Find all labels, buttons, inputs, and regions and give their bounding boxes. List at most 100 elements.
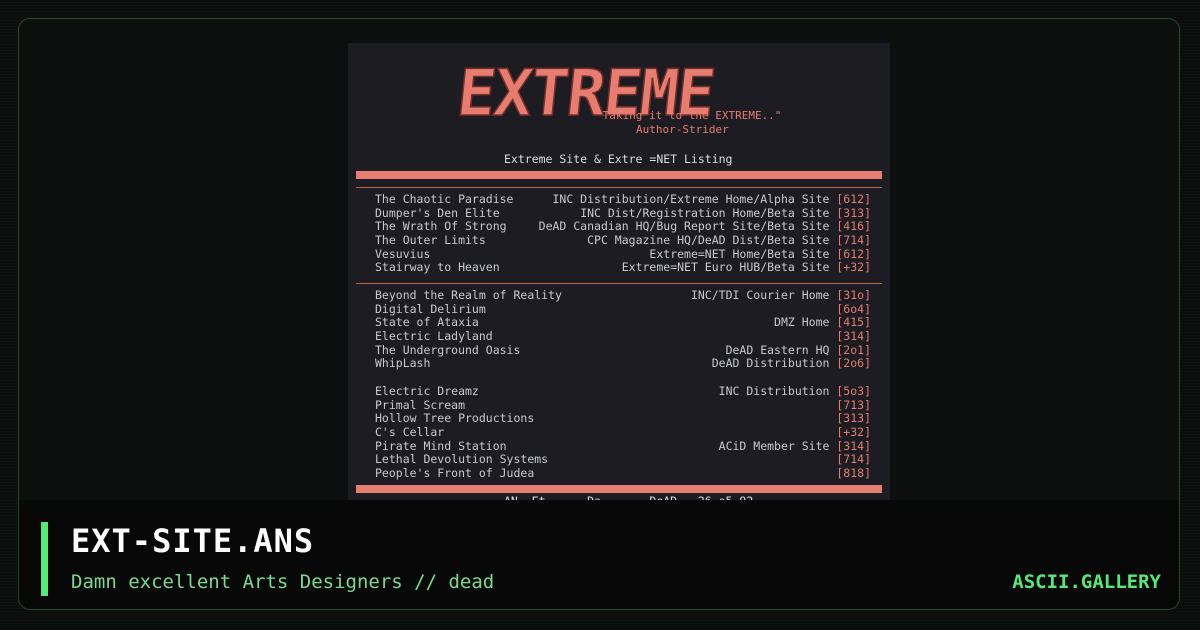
bbs-area-code: [818] xyxy=(836,466,871,481)
bottom-divider-bar xyxy=(356,485,882,493)
bbs-details: Extreme=NET Home/Beta Site [612] xyxy=(649,246,871,262)
bbs-row: Primal Scream [713] xyxy=(375,397,871,413)
bbs-row: Dumper's Den Elite INC Dist/Registration … xyxy=(375,205,871,221)
bbs-area-code: [6o4] xyxy=(836,301,871,316)
site-group-1: The Chaotic Paradise INC Distribution/Ext… xyxy=(375,192,871,275)
bbs-name: Primal Scream xyxy=(375,397,466,412)
bbs-details: INC Distribution/Extreme Home/Alpha Site… xyxy=(552,192,871,207)
bbs-name: Digital Delirium xyxy=(375,301,486,316)
bbs-row: Hollow Tree Productions [313] xyxy=(375,412,871,426)
divider-line xyxy=(356,283,882,284)
bbs-area-code: [713] xyxy=(836,397,871,412)
file-subtitle: Damn excellent Arts Designers // dead xyxy=(71,571,495,593)
card-frame: EXTREME "Taking it to the EXTREME.." Aut… xyxy=(18,18,1180,610)
bbs-name: People's Front of Judea xyxy=(375,466,535,481)
bbs-role: CPC Magazine HQ/DeAD Dist/Beta Site xyxy=(587,233,830,248)
bbs-name: Electric Dreamz xyxy=(375,384,479,398)
bbs-name: Dumper's Den Elite xyxy=(375,205,500,220)
bbs-details: [713] xyxy=(829,397,871,413)
bbs-row: Pirate Mind Station ACiD Member Site [314… xyxy=(375,438,871,454)
bbs-area-code: [416] xyxy=(836,219,871,234)
bbs-name: Lethal Devolution Systems xyxy=(375,452,549,467)
bbs-name: Beyond the Realm of Reality xyxy=(375,288,562,302)
bbs-area-code: [314] xyxy=(836,438,871,453)
bbs-row: Beyond the Realm of Reality INC/TDI Couri… xyxy=(375,288,871,303)
bbs-role: INC Distribution/Extreme Home/Alpha Site xyxy=(552,192,830,206)
bbs-details: CPC Magazine HQ/DeAD Dist/Beta Site [714… xyxy=(587,233,871,248)
bbs-row: The Outer Limits CPC Magazine HQ/DeAD Dis… xyxy=(375,233,871,248)
bbs-area-code: [714] xyxy=(836,233,871,248)
listing-title: Extreme Site & Extre =NET Listing xyxy=(504,152,733,166)
bbs-row: The Underground Oasis DeAD Eastern HQ [2o… xyxy=(375,342,871,358)
bbs-details: DeAD Eastern HQ [2o1] xyxy=(725,342,871,358)
bbs-name: The Outer Limits xyxy=(375,233,486,248)
bbs-role: Extreme=NET Euro HUB/Beta Site xyxy=(621,260,830,275)
bbs-name: The Chaotic Paradise xyxy=(375,192,514,206)
bbs-row: Stairway to Heaven Extreme=NET Euro HUB/B… xyxy=(375,261,871,275)
art-tagline: "Taking it to the EXTREME.." xyxy=(596,109,782,122)
bbs-row: Electric Ladyland [314] xyxy=(375,329,871,344)
bbs-role: ACiD Member Site xyxy=(718,438,830,453)
accent-stripe xyxy=(41,522,48,596)
bbs-name: The Underground Oasis xyxy=(375,342,521,357)
bbs-role: DMZ Home xyxy=(774,315,830,330)
bbs-role: DeAD Canadian HQ/Bug Report Site/Beta Si… xyxy=(538,219,830,234)
bbs-name: Pirate Mind Station xyxy=(375,438,507,453)
bbs-details: [6o4] xyxy=(829,301,871,317)
bbs-name: The Wrath Of Strong xyxy=(375,219,507,234)
file-title: EXT-SITE.ANS xyxy=(71,522,315,560)
bbs-role: DeAD Eastern HQ xyxy=(725,342,830,357)
bbs-area-code: [2o6] xyxy=(836,356,871,371)
bbs-area-code: [31o] xyxy=(836,288,871,302)
top-divider-bar xyxy=(356,171,882,179)
bbs-details: INC Distribution [5o3] xyxy=(718,384,871,399)
site-brand[interactable]: ASCII.GALLERY xyxy=(1012,570,1161,594)
bbs-name: C's Cellar xyxy=(375,425,445,440)
bbs-area-code: [612] xyxy=(836,192,871,206)
bbs-details: DeAD Canadian HQ/Bug Report Site/Beta Si… xyxy=(539,220,871,234)
ansi-artwork: EXTREME "Taking it to the EXTREME.." Aut… xyxy=(348,43,890,509)
site-group-3: Electric Dreamz INC Distribution [5o3] Pri… xyxy=(375,384,871,481)
bbs-name: Hollow Tree Productions xyxy=(375,411,535,426)
bbs-name: Vesuvius xyxy=(375,246,431,261)
bbs-role: INC Distribution xyxy=(718,384,830,398)
bbs-row: WhipLash DeAD Distribution [2o6] xyxy=(375,357,871,371)
site-group-2: Beyond the Realm of Reality INC/TDI Couri… xyxy=(375,288,871,371)
bbs-row: C's Cellar [+32] xyxy=(375,425,871,440)
caption-bar: EXT-SITE.ANS Damn excellent Arts Designe… xyxy=(19,500,1179,609)
art-author: Author-Strider xyxy=(636,123,729,136)
bbs-name: Electric Ladyland xyxy=(375,329,493,344)
bbs-area-code: [313] xyxy=(836,205,871,220)
bbs-area-code: [314] xyxy=(836,329,871,344)
bbs-row: Vesuvius Extreme=NET Home/Beta Site [612] xyxy=(375,246,871,262)
bbs-role: INC/TDI Courier Home xyxy=(690,288,830,302)
bbs-row: People's Front of Judea [818] xyxy=(375,466,871,481)
bbs-row: Lethal Devolution Systems [714] xyxy=(375,453,871,467)
bbs-details: DeAD Distribution [2o6] xyxy=(712,357,871,371)
bbs-details: [+32] xyxy=(829,425,871,440)
bbs-details: INC Dist/Registration Home/Beta Site [31… xyxy=(580,205,871,221)
bbs-area-code: [714] xyxy=(836,452,871,467)
bbs-area-code: [612] xyxy=(836,246,871,261)
bbs-area-code: [5o3] xyxy=(836,384,871,398)
bbs-name: WhipLash xyxy=(375,356,431,371)
bbs-area-code: [2o1] xyxy=(836,342,871,357)
bbs-row: State of Ataxia DMZ Home [415] xyxy=(375,316,871,330)
bbs-row: The Chaotic Paradise INC Distribution/Ext… xyxy=(375,192,871,207)
bbs-name: State of Ataxia xyxy=(375,315,479,330)
bbs-details: [818] xyxy=(829,466,871,481)
bbs-row: The Wrath Of Strong DeAD Canadian HQ/Bug … xyxy=(375,220,871,234)
divider-line xyxy=(356,187,882,188)
bbs-area-code: [+32] xyxy=(836,260,871,275)
bbs-details: INC/TDI Courier Home [31o] xyxy=(690,288,871,303)
bbs-role: DeAD Distribution xyxy=(711,356,830,371)
bbs-details: [313] xyxy=(829,412,871,426)
bbs-role: Extreme=NET Home/Beta Site xyxy=(649,246,830,261)
bbs-name: Stairway to Heaven xyxy=(375,260,500,275)
bbs-row: Digital Delirium [6o4] xyxy=(375,301,871,317)
bbs-role: INC Dist/Registration Home/Beta Site xyxy=(580,205,830,220)
bbs-area-code: [313] xyxy=(836,411,871,426)
bbs-area-code: [415] xyxy=(836,315,871,330)
bbs-area-code: [+32] xyxy=(836,425,871,440)
bbs-row: Electric Dreamz INC Distribution [5o3] xyxy=(375,384,871,399)
